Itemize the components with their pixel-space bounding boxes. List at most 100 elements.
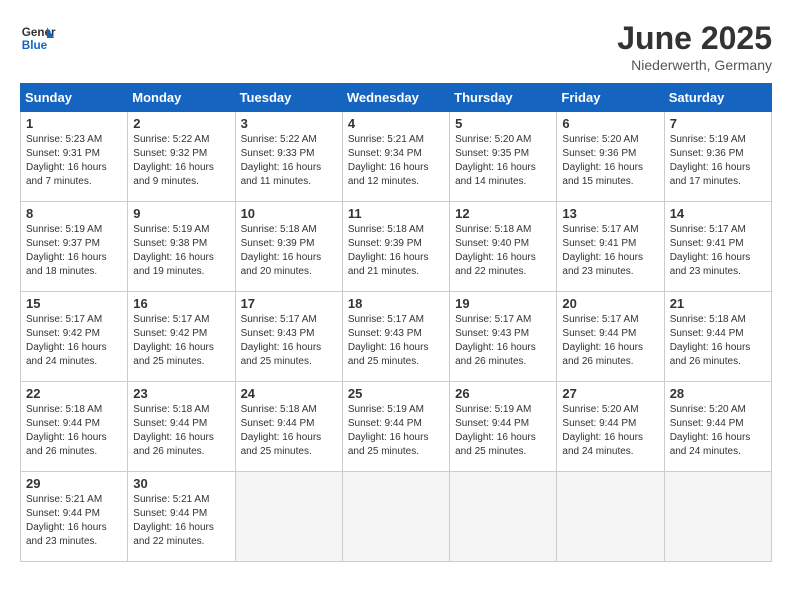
weekday-header: Monday	[128, 84, 235, 112]
calendar-week-row: 15 Sunrise: 5:17 AM Sunset: 9:42 PM Dayl…	[21, 292, 772, 382]
day-number: 23	[133, 386, 229, 401]
day-number: 15	[26, 296, 122, 311]
calendar-day: 1 Sunrise: 5:23 AM Sunset: 9:31 PM Dayli…	[21, 112, 128, 202]
day-detail: Sunrise: 5:17 AM Sunset: 9:43 PM Dayligh…	[455, 313, 551, 369]
day-detail: Sunrise: 5:18 AM Sunset: 9:44 PM Dayligh…	[241, 403, 337, 459]
header-row: SundayMondayTuesdayWednesdayThursdayFrid…	[21, 84, 772, 112]
day-detail: Sunrise: 5:19 AM Sunset: 9:36 PM Dayligh…	[670, 133, 766, 189]
calendar-day: 12 Sunrise: 5:18 AM Sunset: 9:40 PM Dayl…	[450, 202, 557, 292]
calendar-day: 6 Sunrise: 5:20 AM Sunset: 9:36 PM Dayli…	[557, 112, 664, 202]
day-detail: Sunrise: 5:18 AM Sunset: 9:39 PM Dayligh…	[348, 223, 444, 279]
calendar-day: 21 Sunrise: 5:18 AM Sunset: 9:44 PM Dayl…	[664, 292, 771, 382]
day-detail: Sunrise: 5:20 AM Sunset: 9:35 PM Dayligh…	[455, 133, 551, 189]
calendar-day: 29 Sunrise: 5:21 AM Sunset: 9:44 PM Dayl…	[21, 472, 128, 562]
day-detail: Sunrise: 5:21 AM Sunset: 9:34 PM Dayligh…	[348, 133, 444, 189]
day-number: 5	[455, 116, 551, 131]
calendar-day: 23 Sunrise: 5:18 AM Sunset: 9:44 PM Dayl…	[128, 382, 235, 472]
day-detail: Sunrise: 5:21 AM Sunset: 9:44 PM Dayligh…	[26, 493, 122, 549]
weekday-header: Thursday	[450, 84, 557, 112]
day-detail: Sunrise: 5:17 AM Sunset: 9:43 PM Dayligh…	[241, 313, 337, 369]
calendar-day: 18 Sunrise: 5:17 AM Sunset: 9:43 PM Dayl…	[342, 292, 449, 382]
day-detail: Sunrise: 5:18 AM Sunset: 9:44 PM Dayligh…	[26, 403, 122, 459]
calendar-day: 7 Sunrise: 5:19 AM Sunset: 9:36 PM Dayli…	[664, 112, 771, 202]
weekday-header: Friday	[557, 84, 664, 112]
calendar-day: 26 Sunrise: 5:19 AM Sunset: 9:44 PM Dayl…	[450, 382, 557, 472]
title-block: June 2025 Niederwerth, Germany	[617, 20, 772, 73]
logo-icon: General Blue	[20, 20, 56, 56]
day-number: 21	[670, 296, 766, 311]
day-number: 19	[455, 296, 551, 311]
day-detail: Sunrise: 5:19 AM Sunset: 9:44 PM Dayligh…	[455, 403, 551, 459]
day-number: 10	[241, 206, 337, 221]
calendar-day	[557, 472, 664, 562]
calendar-day: 28 Sunrise: 5:20 AM Sunset: 9:44 PM Dayl…	[664, 382, 771, 472]
day-number: 25	[348, 386, 444, 401]
calendar-day: 11 Sunrise: 5:18 AM Sunset: 9:39 PM Dayl…	[342, 202, 449, 292]
calendar-day: 15 Sunrise: 5:17 AM Sunset: 9:42 PM Dayl…	[21, 292, 128, 382]
calendar-day: 4 Sunrise: 5:21 AM Sunset: 9:34 PM Dayli…	[342, 112, 449, 202]
day-number: 8	[26, 206, 122, 221]
day-number: 12	[455, 206, 551, 221]
day-number: 1	[26, 116, 122, 131]
calendar-day: 3 Sunrise: 5:22 AM Sunset: 9:33 PM Dayli…	[235, 112, 342, 202]
day-detail: Sunrise: 5:17 AM Sunset: 9:41 PM Dayligh…	[562, 223, 658, 279]
calendar-day: 19 Sunrise: 5:17 AM Sunset: 9:43 PM Dayl…	[450, 292, 557, 382]
day-detail: Sunrise: 5:18 AM Sunset: 9:44 PM Dayligh…	[133, 403, 229, 459]
svg-text:Blue: Blue	[22, 39, 48, 52]
calendar-day: 9 Sunrise: 5:19 AM Sunset: 9:38 PM Dayli…	[128, 202, 235, 292]
day-detail: Sunrise: 5:20 AM Sunset: 9:44 PM Dayligh…	[670, 403, 766, 459]
day-number: 29	[26, 476, 122, 491]
day-detail: Sunrise: 5:23 AM Sunset: 9:31 PM Dayligh…	[26, 133, 122, 189]
day-detail: Sunrise: 5:22 AM Sunset: 9:33 PM Dayligh…	[241, 133, 337, 189]
day-detail: Sunrise: 5:21 AM Sunset: 9:44 PM Dayligh…	[133, 493, 229, 549]
day-detail: Sunrise: 5:18 AM Sunset: 9:39 PM Dayligh…	[241, 223, 337, 279]
day-number: 7	[670, 116, 766, 131]
day-detail: Sunrise: 5:18 AM Sunset: 9:44 PM Dayligh…	[670, 313, 766, 369]
calendar-week-row: 8 Sunrise: 5:19 AM Sunset: 9:37 PM Dayli…	[21, 202, 772, 292]
day-detail: Sunrise: 5:19 AM Sunset: 9:37 PM Dayligh…	[26, 223, 122, 279]
calendar-week-row: 1 Sunrise: 5:23 AM Sunset: 9:31 PM Dayli…	[21, 112, 772, 202]
day-detail: Sunrise: 5:22 AM Sunset: 9:32 PM Dayligh…	[133, 133, 229, 189]
calendar-day: 10 Sunrise: 5:18 AM Sunset: 9:39 PM Dayl…	[235, 202, 342, 292]
calendar-day	[664, 472, 771, 562]
calendar-day: 5 Sunrise: 5:20 AM Sunset: 9:35 PM Dayli…	[450, 112, 557, 202]
day-number: 3	[241, 116, 337, 131]
calendar-day: 22 Sunrise: 5:18 AM Sunset: 9:44 PM Dayl…	[21, 382, 128, 472]
day-number: 17	[241, 296, 337, 311]
day-number: 18	[348, 296, 444, 311]
day-detail: Sunrise: 5:19 AM Sunset: 9:44 PM Dayligh…	[348, 403, 444, 459]
day-number: 14	[670, 206, 766, 221]
day-number: 24	[241, 386, 337, 401]
weekday-header: Sunday	[21, 84, 128, 112]
weekday-header: Wednesday	[342, 84, 449, 112]
day-number: 28	[670, 386, 766, 401]
day-number: 16	[133, 296, 229, 311]
day-detail: Sunrise: 5:17 AM Sunset: 9:42 PM Dayligh…	[26, 313, 122, 369]
calendar-day: 13 Sunrise: 5:17 AM Sunset: 9:41 PM Dayl…	[557, 202, 664, 292]
calendar-day: 30 Sunrise: 5:21 AM Sunset: 9:44 PM Dayl…	[128, 472, 235, 562]
day-number: 26	[455, 386, 551, 401]
calendar-day: 14 Sunrise: 5:17 AM Sunset: 9:41 PM Dayl…	[664, 202, 771, 292]
day-number: 27	[562, 386, 658, 401]
calendar-day: 16 Sunrise: 5:17 AM Sunset: 9:42 PM Dayl…	[128, 292, 235, 382]
day-number: 4	[348, 116, 444, 131]
day-detail: Sunrise: 5:17 AM Sunset: 9:44 PM Dayligh…	[562, 313, 658, 369]
weekday-header: Tuesday	[235, 84, 342, 112]
calendar-day	[342, 472, 449, 562]
logo: General Blue	[20, 20, 56, 56]
calendar-week-row: 29 Sunrise: 5:21 AM Sunset: 9:44 PM Dayl…	[21, 472, 772, 562]
day-number: 22	[26, 386, 122, 401]
day-detail: Sunrise: 5:17 AM Sunset: 9:41 PM Dayligh…	[670, 223, 766, 279]
calendar-day: 2 Sunrise: 5:22 AM Sunset: 9:32 PM Dayli…	[128, 112, 235, 202]
calendar-day: 24 Sunrise: 5:18 AM Sunset: 9:44 PM Dayl…	[235, 382, 342, 472]
day-number: 9	[133, 206, 229, 221]
day-number: 13	[562, 206, 658, 221]
location: Niederwerth, Germany	[617, 57, 772, 73]
calendar-day: 25 Sunrise: 5:19 AM Sunset: 9:44 PM Dayl…	[342, 382, 449, 472]
day-detail: Sunrise: 5:17 AM Sunset: 9:43 PM Dayligh…	[348, 313, 444, 369]
calendar-day: 20 Sunrise: 5:17 AM Sunset: 9:44 PM Dayl…	[557, 292, 664, 382]
day-number: 11	[348, 206, 444, 221]
calendar-day: 8 Sunrise: 5:19 AM Sunset: 9:37 PM Dayli…	[21, 202, 128, 292]
day-number: 2	[133, 116, 229, 131]
day-detail: Sunrise: 5:17 AM Sunset: 9:42 PM Dayligh…	[133, 313, 229, 369]
